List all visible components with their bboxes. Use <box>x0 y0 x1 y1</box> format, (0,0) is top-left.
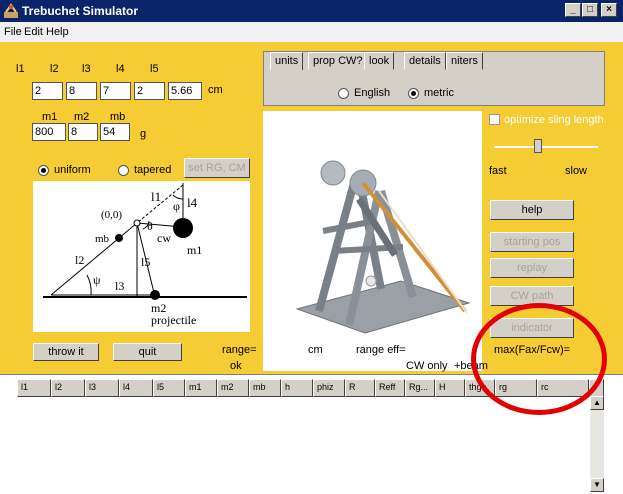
replay-label: replay <box>517 262 547 274</box>
l3-diagram-label: l3 <box>115 279 125 293</box>
metric-label: metric <box>424 87 454 99</box>
m2-input[interactable]: 8 <box>68 123 98 141</box>
l2-label: l2 <box>50 63 59 75</box>
range-eff-label: range eff= <box>356 344 406 356</box>
header-rg[interactable]: Rg... <box>405 379 435 397</box>
l2-diagram-label: l2 <box>75 253 85 267</box>
diagram-l1-label: l1 <box>151 189 162 204</box>
set-rg-cm-label: set RG, CM <box>188 162 246 174</box>
l5-diagram-label: l5 <box>141 255 151 269</box>
m1-input[interactable]: 800 <box>32 123 66 141</box>
l3-label: l3 <box>82 63 91 75</box>
red-circle-annotation <box>471 303 607 415</box>
l4-input[interactable]: 2 <box>134 82 165 100</box>
mb-label: mb <box>110 111 126 123</box>
header-l4[interactable]: l4 <box>119 379 153 397</box>
menu-file[interactable]: File <box>4 26 22 38</box>
optimize-sling-checkbox[interactable] <box>489 114 500 125</box>
cw-path-label: CW path <box>510 290 554 302</box>
english-label: English <box>354 87 391 99</box>
header-h-upper[interactable]: H <box>435 379 465 397</box>
metric-radio[interactable] <box>408 88 419 99</box>
options-tab-panel: units prop CW? look details niters Engli… <box>263 51 605 106</box>
mb-diagram-label: mb <box>95 233 110 245</box>
title-bar: Trebuchet Simulator _ □ × <box>0 0 623 22</box>
scroll-up-icon[interactable]: ▲ <box>590 396 604 410</box>
header-m2[interactable]: m2 <box>217 379 249 397</box>
psi-label: ψ <box>93 273 101 287</box>
header-l1[interactable]: l1 <box>17 379 51 397</box>
slow-label: slow <box>565 165 588 177</box>
header-l5[interactable]: l5 <box>153 379 185 397</box>
speed-slider-track[interactable] <box>494 146 598 148</box>
starting-pos-button[interactable]: starting pos <box>490 232 574 252</box>
l5-input[interactable]: 5.66 <box>168 82 202 100</box>
header-h[interactable]: h <box>281 379 313 397</box>
mass-unit: g <box>140 128 147 140</box>
tab-niters[interactable]: niters <box>446 52 483 70</box>
m1-label: m1 <box>42 111 58 123</box>
l1-input[interactable]: 2 <box>32 82 63 100</box>
uniform-label: uniform <box>54 164 91 176</box>
help-button[interactable]: help <box>490 200 574 220</box>
uniform-radio[interactable] <box>38 165 49 176</box>
m1-diagram-label: m1 <box>187 243 203 257</box>
set-rg-cm-button[interactable]: set RG, CM <box>184 158 250 178</box>
status-ok: ok <box>230 360 242 372</box>
optimize-sling-label: optimize sling length <box>504 114 604 126</box>
cw-only-label: CW only <box>406 360 448 372</box>
header-l3[interactable]: l3 <box>85 379 119 397</box>
speed-slider-thumb[interactable] <box>534 139 542 153</box>
projectile-label: projectile <box>151 313 197 327</box>
tab-units[interactable]: units <box>270 52 304 70</box>
english-radio[interactable] <box>338 88 349 99</box>
m2-label: m2 <box>74 111 90 123</box>
theta-label: θ <box>147 219 153 233</box>
header-reff[interactable]: Reff <box>375 379 405 397</box>
header-r[interactable]: R <box>345 379 375 397</box>
origin-label: (0,0) <box>101 209 123 221</box>
trebuchet-diagram: (0,0) l1 l4 φ θ cw mb m1 l2 ψ l5 l3 m2 p… <box>33 181 250 332</box>
cw-label: cw <box>157 231 171 245</box>
range-label: range= <box>222 344 257 356</box>
menu-edit[interactable]: Edit <box>24 26 43 38</box>
window-title: Trebuchet Simulator <box>22 4 139 18</box>
trebuchet-app-icon <box>4 3 18 18</box>
close-button[interactable]: × <box>601 3 617 17</box>
header-phiz[interactable]: phiz <box>313 379 345 397</box>
diagram-l4-label: l4 <box>187 195 198 210</box>
l2-input[interactable]: 8 <box>66 82 97 100</box>
length-unit: cm <box>208 84 223 96</box>
phi-label: φ <box>173 199 180 213</box>
maximize-button[interactable]: □ <box>582 3 598 17</box>
l5-label: l5 <box>150 63 159 75</box>
throw-it-button[interactable]: throw it <box>33 343 99 361</box>
l3-input[interactable]: 7 <box>100 82 131 100</box>
menu-help[interactable]: Help <box>46 26 69 38</box>
starting-pos-label: starting pos <box>503 236 561 248</box>
tab-details[interactable]: details <box>404 52 446 70</box>
fast-label: fast <box>489 165 507 177</box>
tab-look[interactable]: look <box>364 52 395 70</box>
menu-bar: File Edit Help <box>0 22 623 42</box>
header-m1[interactable]: m1 <box>185 379 217 397</box>
l1-label: l1 <box>16 63 25 75</box>
trebuchet-render <box>295 160 471 334</box>
tapered-radio[interactable] <box>118 165 129 176</box>
quit-button[interactable]: quit <box>113 343 182 361</box>
minimize-button[interactable]: _ <box>565 3 581 17</box>
l4-label: l4 <box>116 63 125 75</box>
scroll-down-icon[interactable]: ▼ <box>590 478 604 492</box>
replay-button[interactable]: replay <box>490 258 574 278</box>
tab-prop-cw[interactable]: prop CW? <box>308 52 368 70</box>
results-vertical-scrollbar[interactable]: ▲ ▼ <box>590 396 604 492</box>
header-mb[interactable]: mb <box>249 379 281 397</box>
header-l2[interactable]: l2 <box>51 379 85 397</box>
tapered-label: tapered <box>134 164 172 176</box>
mb-input[interactable]: 54 <box>100 123 130 141</box>
trebuchet-3d-view <box>263 111 482 371</box>
range-unit: cm <box>308 344 323 356</box>
